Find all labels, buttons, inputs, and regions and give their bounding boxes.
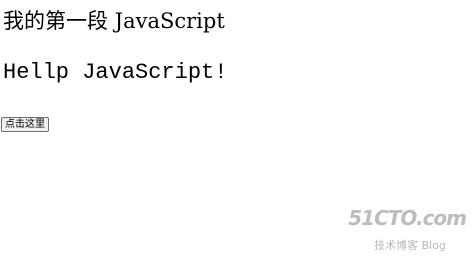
page-heading: 我的第一段 JavaScript [3,9,225,33]
watermark-subtitle: 技术博客 Blog [374,239,446,252]
demo-paragraph: Hellp JavaScript! [3,60,228,85]
watermark-logo: 51CTO.com [348,206,467,230]
site-watermark: 51CTO.com 技术博客 Blog [348,207,467,253]
click-here-button[interactable]: 点击这里 [1,117,49,132]
